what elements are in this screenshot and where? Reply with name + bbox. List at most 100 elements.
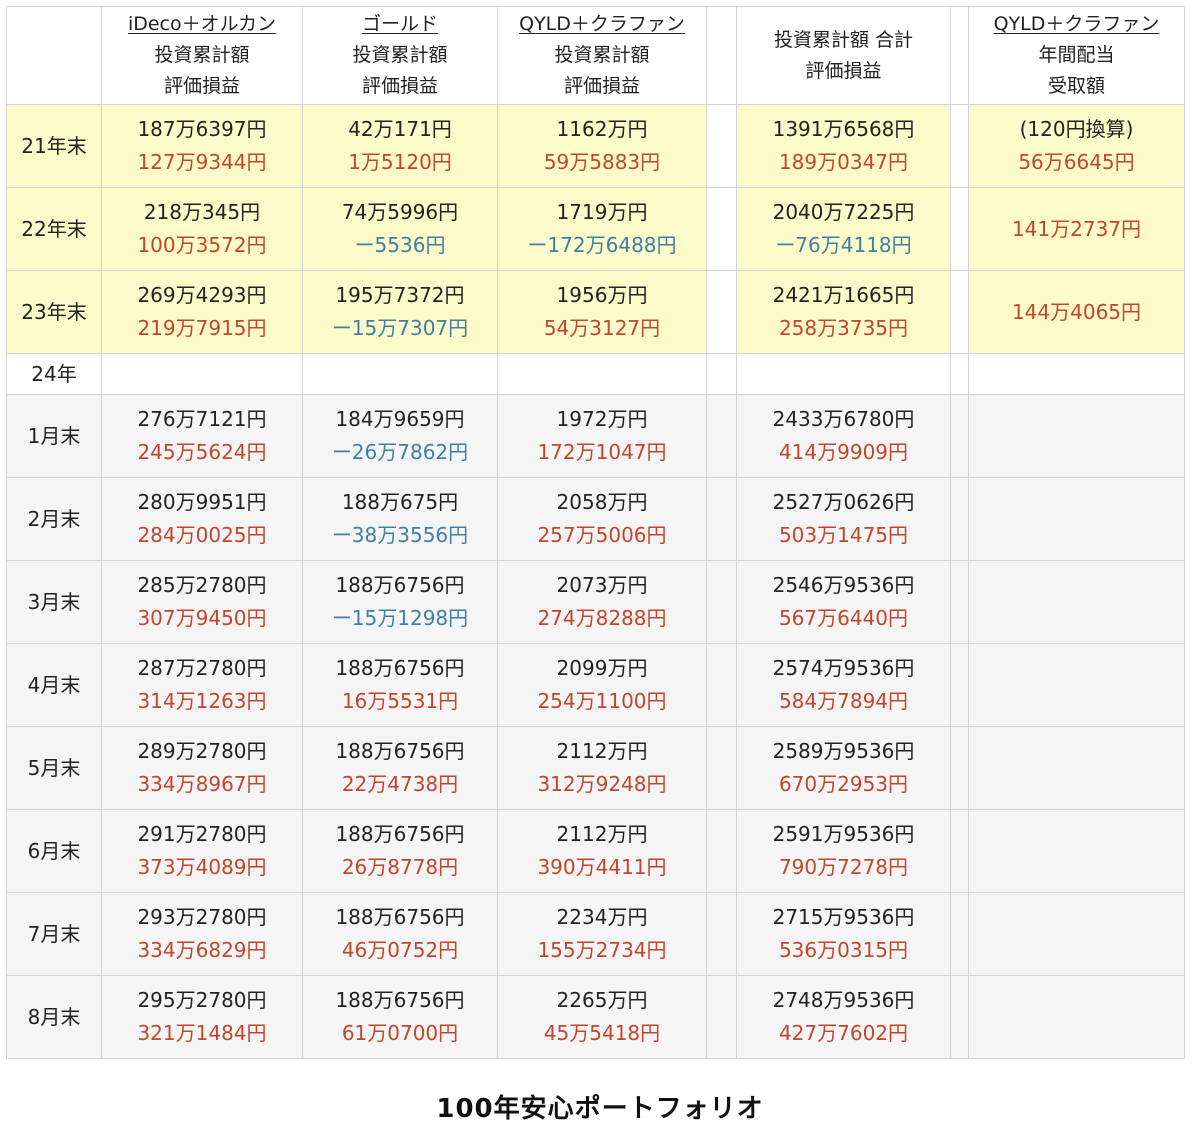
spacer-cell — [706, 104, 737, 188]
spacer-cell — [950, 975, 969, 1059]
ideco-gain: 314万1263円 — [137, 689, 267, 713]
table-row: 4月末 287万2780円 314万1263円 188万6756円 16万5531円 20… — [6, 643, 1185, 727]
ideco-invested: 276万7121円 — [137, 407, 267, 431]
qyld-gain: 257万5006円 — [537, 523, 667, 547]
table-row: 8月末 295万2780円 321万1484円 188万6756円 61万0700円 22… — [6, 975, 1185, 1059]
total-cell: 2748万9536円 427万7602円 — [736, 975, 951, 1059]
dividend-value: 141万2737円 — [1011, 216, 1142, 241]
ideco-cell: 293万2780円 334万6829円 — [101, 892, 303, 976]
dividend-cell — [968, 560, 1185, 644]
qyld-cell: 2265万円 45万5418円 — [497, 975, 707, 1059]
table-row: 21年末 187万6397円 127万9344円 42万171円 1万5120円 1162… — [6, 104, 1185, 188]
qyld-invested: 1719万円 — [556, 200, 648, 224]
header-total: 投資累計額 合計 評価損益 — [736, 6, 951, 105]
header-gold-line3: 評価損益 — [361, 75, 438, 97]
gold-invested: 188万6756円 — [335, 573, 465, 597]
gold-invested: 188万675円 — [341, 490, 459, 514]
header-row: iDeco＋オルカン 投資累計額 評価損益 ゴールド 投資累計額 評価損益 QY… — [6, 6, 1185, 105]
ideco-gain: 334万8967円 — [137, 772, 267, 796]
gold-invested: 188万6756円 — [335, 905, 465, 929]
total-gain: 503万1475円 — [778, 523, 909, 547]
qyld-gain: ー172万6488円 — [527, 233, 677, 257]
qyld-cell: 2112万円 390万4411円 — [497, 809, 707, 893]
ideco-gain: 373万4089円 — [137, 855, 267, 879]
header-gold-line2: 投資累計額 — [352, 44, 448, 66]
spacer-cell — [706, 477, 737, 561]
row-label: 7月末 — [6, 892, 102, 976]
spacer-cell — [706, 560, 737, 644]
total-invested: 2715万9536円 — [772, 905, 915, 929]
header-dividend: QYLD＋クラファン 年間配当 受取額 — [968, 6, 1185, 105]
row-label: 4月末 — [6, 643, 102, 727]
gold-cell: 188万6756円 22万4738円 — [302, 726, 498, 810]
table-row: 23年末 269万4293円 219万7915円 195万7372円 ー15万7307円… — [6, 270, 1185, 354]
qyld-cell: 2073万円 274万8288円 — [497, 560, 707, 644]
gold-invested: 184万9659円 — [335, 407, 465, 431]
table-row: 6月末 291万2780円 373万4089円 188万6756円 26万8778円 21… — [6, 809, 1185, 893]
qyld-invested: 2058万円 — [556, 490, 648, 514]
dividend-cell — [968, 726, 1185, 810]
spacer-cell — [706, 270, 737, 354]
ideco-cell: 285万2780円 307万9450円 — [101, 560, 303, 644]
total-cell: 2589万9536円 670万2953円 — [736, 726, 951, 810]
spacer-cell — [950, 394, 969, 478]
total-invested: 2591万9536円 — [772, 822, 915, 846]
total-gain: 189万0347円 — [778, 150, 909, 174]
table-row: 7月末 293万2780円 334万6829円 188万6756円 46万0752円 22… — [6, 892, 1185, 976]
total-invested: 2433万6780円 — [772, 407, 915, 431]
total-gain: 670万2953円 — [778, 772, 909, 796]
qyld-gain: 59万5883円 — [543, 150, 661, 174]
spacer-cell — [706, 187, 737, 271]
ideco-gain: 127万9344円 — [137, 150, 267, 174]
ideco-gain: 334万6829円 — [137, 938, 267, 962]
header-qyld-line2: 投資累計額 — [554, 44, 650, 66]
table-row: 5月末 289万2780円 334万8967円 188万6756円 22万4738円 21… — [6, 726, 1185, 810]
year-2024-row: 24年 — [6, 353, 1185, 395]
total-gain: ー76万4118円 — [775, 233, 912, 257]
empty-cell — [101, 353, 303, 395]
ideco-invested: 291万2780円 — [137, 822, 267, 846]
gold-invested: 188万6756円 — [335, 739, 465, 763]
total-invested: 2546万9536円 — [772, 573, 915, 597]
dividend-cell — [968, 892, 1185, 976]
header-qyld-title: QYLD＋クラファン — [519, 13, 685, 35]
gold-gain: 26万8778円 — [341, 855, 459, 879]
header-dividend-line2: 年間配当 — [1038, 44, 1115, 66]
gold-cell: 188万6756円 16万5531円 — [302, 643, 498, 727]
gold-invested: 188万6756円 — [335, 822, 465, 846]
total-gain: 414万9909円 — [778, 440, 909, 464]
header-ideco-line2: 投資累計額 — [154, 44, 250, 66]
qyld-invested: 1162万円 — [556, 117, 648, 141]
header-corner — [6, 6, 102, 105]
ideco-cell: 269万4293円 219万7915円 — [101, 270, 303, 354]
gold-cell: 74万5996円 ー5536円 — [302, 187, 498, 271]
ideco-gain: 321万1484円 — [137, 1021, 267, 1045]
dividend-cell — [968, 477, 1185, 561]
header-total-line2: 評価損益 — [805, 59, 882, 82]
header-ideco-line3: 評価損益 — [163, 75, 240, 97]
total-invested: 1391万6568円 — [772, 117, 915, 141]
gold-cell: 188万6756円 46万0752円 — [302, 892, 498, 976]
total-invested: 2527万0626円 — [772, 490, 915, 514]
total-gain: 258万3735円 — [778, 316, 909, 340]
gold-cell: 188万6756円 ー15万1298円 — [302, 560, 498, 644]
total-cell: 2546万9536円 567万6440円 — [736, 560, 951, 644]
spacer-cell — [950, 560, 969, 644]
qyld-gain: 172万1047円 — [537, 440, 667, 464]
row-label: 21年末 — [6, 104, 102, 188]
total-cell: 2574万9536円 584万7894円 — [736, 643, 951, 727]
dividend-cell — [968, 975, 1185, 1059]
row-label: 8月末 — [6, 975, 102, 1059]
qyld-invested: 2099万円 — [556, 656, 648, 680]
ideco-gain: 100万3572円 — [137, 233, 267, 257]
ideco-gain: 219万7915円 — [137, 316, 267, 340]
table-row: 3月末 285万2780円 307万9450円 188万6756円 ー15万1298円 2… — [6, 560, 1185, 644]
table-row: 22年末 218万345円 100万3572円 74万5996円 ー5536円 1719万… — [6, 187, 1185, 271]
gold-gain: 46万0752円 — [341, 938, 459, 962]
empty-cell — [497, 353, 707, 395]
ideco-invested: 285万2780円 — [137, 573, 267, 597]
total-gain: 584万7894円 — [778, 689, 909, 713]
row-label: 22年末 — [6, 187, 102, 271]
qyld-gain: 155万2734円 — [537, 938, 667, 962]
header-total-line1: 投資累計額 合計 — [773, 28, 914, 51]
